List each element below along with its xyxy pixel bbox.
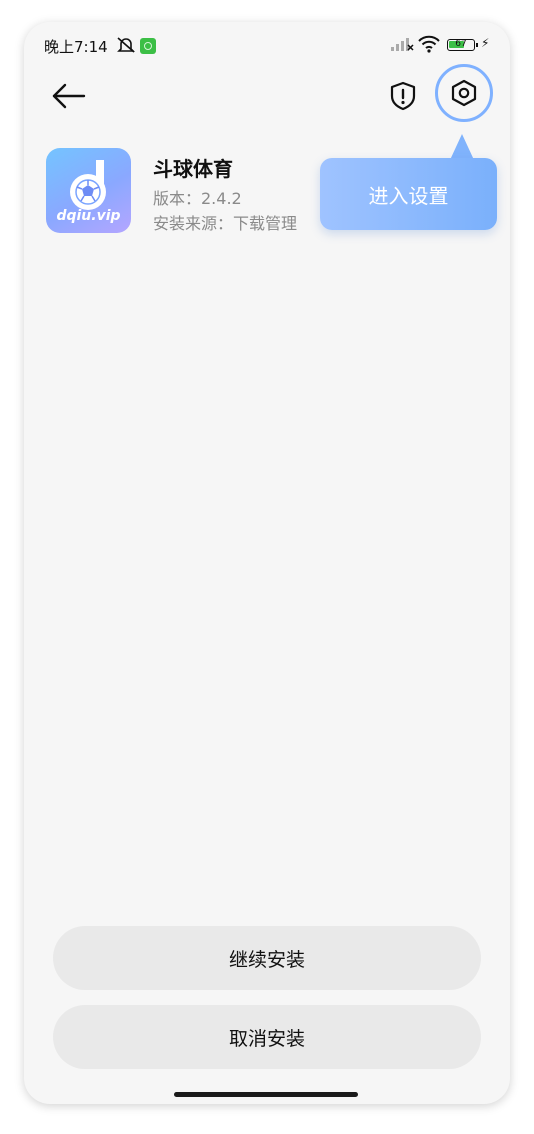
phone-screen: 晚上7:14 67 ⚡ 进入设置 dqiu.vip 斗球体育 版本：2.4.2 … xyxy=(24,22,510,1104)
settings-tooltip[interactable]: 进入设置 xyxy=(320,158,497,230)
wifi-icon xyxy=(418,35,440,57)
cancel-install-button[interactable]: 取消安装 xyxy=(53,1005,481,1069)
continue-install-button[interactable]: 继续安装 xyxy=(53,926,481,990)
settings-button[interactable] xyxy=(435,64,493,122)
battery-icon: 67 xyxy=(447,39,478,51)
install-source: 安装来源：下载管理 xyxy=(153,214,298,233)
app-name: 斗球体育 xyxy=(153,157,233,181)
shield-alert-icon xyxy=(390,81,416,111)
back-button[interactable] xyxy=(50,78,90,114)
charging-icon: ⚡ xyxy=(481,36,490,50)
home-indicator[interactable] xyxy=(174,1092,358,1097)
status-time: 晚上7:14 xyxy=(44,38,108,56)
settings-hex-icon xyxy=(451,79,477,107)
app-notification-icon xyxy=(140,38,156,54)
tooltip-arrow xyxy=(450,134,474,160)
security-button[interactable] xyxy=(387,80,419,112)
arrow-left-icon xyxy=(52,83,86,109)
signal-icon xyxy=(390,36,414,56)
app-icon-label: dqiu.vip xyxy=(56,208,121,224)
app-version: 版本：2.4.2 xyxy=(153,189,242,208)
app-icon: dqiu.vip xyxy=(46,148,131,233)
mute-icon xyxy=(116,36,136,58)
battery-level: 67 xyxy=(455,39,467,49)
